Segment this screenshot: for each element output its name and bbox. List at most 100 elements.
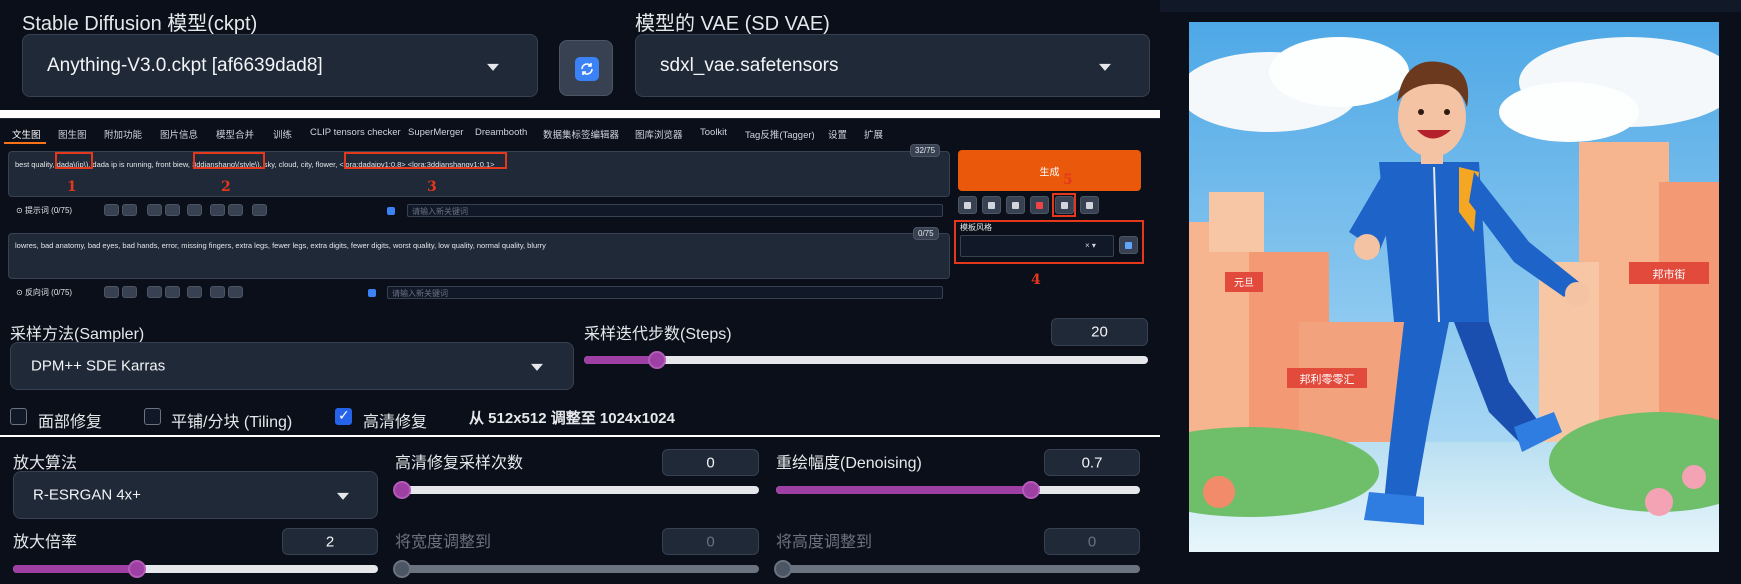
tool-button[interactable]	[187, 204, 202, 216]
hires-fix-label: 高清修复	[363, 414, 428, 431]
height-slider-thumb[interactable]	[774, 560, 792, 578]
hires-steps-slider[interactable]	[393, 481, 759, 499]
active-tab-indicator	[4, 142, 46, 144]
sampler-value: DPM++ SDE Karras	[31, 357, 166, 375]
tab-gallery[interactable]: 图库浏览器	[635, 127, 683, 141]
new-keyword-input[interactable]: 请输入新关键词	[407, 204, 943, 217]
hires-resolution-info: 从 512x512 调整至 1024x1024	[469, 410, 675, 427]
face-fix-label: 面部修复	[38, 414, 103, 431]
settings-icon[interactable]	[252, 204, 267, 216]
model-value: Anything-V3.0.ckpt [af6639dad8]	[47, 54, 323, 76]
tab-txt2img[interactable]: 文生图	[12, 127, 41, 141]
tab-img2img[interactable]: 图生图	[58, 127, 87, 141]
tool-button[interactable]	[122, 286, 137, 298]
highlight-box-3	[344, 152, 507, 169]
face-fix-checkbox[interactable]	[10, 408, 27, 425]
generated-image-illustration: 邦利零零汇 元旦 邦市街	[1189, 22, 1719, 552]
tool-button[interactable]	[104, 204, 119, 216]
scale-slider-thumb[interactable]	[128, 560, 147, 578]
height-slider[interactable]	[774, 560, 1140, 578]
steps-slider-fill	[584, 356, 658, 364]
tab-tagger[interactable]: Tag反推(Tagger)	[745, 127, 815, 141]
annotation-5: 5	[1063, 172, 1073, 188]
highlight-box-1	[55, 152, 93, 169]
chevron-down-icon	[337, 492, 349, 500]
hires-steps-input[interactable]: 0	[662, 449, 759, 476]
refresh-icon	[575, 57, 599, 81]
arrow-icon-button[interactable]	[958, 196, 977, 214]
scale-slider[interactable]	[13, 560, 378, 578]
sampler-dropdown[interactable]: DPM++ SDE Karras	[10, 342, 574, 390]
tool-button[interactable]	[104, 286, 119, 298]
tab-extensions[interactable]: 扩展	[864, 127, 883, 141]
tab-supermerger[interactable]: SuperMerger	[408, 127, 463, 138]
delete-icon[interactable]	[228, 204, 243, 216]
tab-settings[interactable]: 设置	[828, 127, 847, 141]
hires-fix-panel: 放大算法 R-ESRGAN 4x+ 高清修复采样次数 0 重绘幅度(Denois…	[0, 437, 1160, 584]
generated-image[interactable]: 邦利零零汇 元旦 邦市街	[1189, 22, 1719, 552]
hires-fix-checkbox[interactable]	[335, 407, 352, 425]
scale-input[interactable]: 2	[282, 528, 378, 555]
vae-label: 模型的 VAE (SD VAE)	[635, 13, 830, 35]
steps-slider-thumb[interactable]	[648, 351, 667, 369]
paste-icon-button[interactable]	[982, 196, 1001, 214]
tab-merge[interactable]: 模型合并	[216, 127, 254, 141]
tool-button[interactable]	[210, 204, 225, 216]
denoise-slider-fill	[776, 486, 1031, 494]
style-select[interactable]: × ▾	[960, 235, 1114, 257]
denoise-input[interactable]: 0.7	[1044, 449, 1140, 476]
steps-slider[interactable]	[584, 351, 1148, 369]
trash-icon-button[interactable]	[1006, 196, 1025, 214]
lock-icon-button[interactable]	[1080, 196, 1099, 214]
steps-input[interactable]: 20	[1051, 318, 1148, 346]
model-dropdown[interactable]: Anything-V3.0.ckpt [af6639dad8]	[22, 34, 538, 97]
svg-text:邦市街: 邦市街	[1653, 267, 1686, 281]
annotation-3: 3	[427, 179, 437, 195]
tool-button[interactable]	[165, 204, 180, 216]
tiling-checkbox[interactable]	[144, 408, 161, 425]
tool-button[interactable]	[187, 286, 202, 298]
tab-extras[interactable]: 附加功能	[104, 127, 142, 141]
tool-button[interactable]	[147, 286, 162, 298]
tool-button[interactable]	[165, 286, 180, 298]
tab-dataset-editor[interactable]: 数据集标签编辑器	[543, 127, 619, 141]
model-selection-panel: Stable Diffusion 模型(ckpt) Anything-V3.0.…	[0, 0, 1160, 110]
keyword-checkbox[interactable]	[387, 207, 395, 215]
tab-clip-checker[interactable]: CLIP tensors checker	[310, 127, 401, 138]
chevron-down-icon	[1099, 63, 1111, 71]
upscaler-label: 放大算法	[13, 455, 78, 472]
generate-button[interactable]: 生成	[958, 150, 1141, 191]
tab-train[interactable]: 训练	[273, 127, 292, 141]
tool-button[interactable]	[147, 204, 162, 216]
width-label: 将宽度调整到	[395, 534, 492, 551]
tab-png-info[interactable]: 图片信息	[160, 127, 198, 141]
denoise-slider-thumb[interactable]	[1021, 481, 1040, 499]
tool-button[interactable]	[210, 286, 225, 298]
vae-dropdown[interactable]: sdxl_vae.safetensors	[635, 34, 1150, 97]
width-input[interactable]: 0	[662, 528, 759, 555]
hires-steps-label: 高清修复采样次数	[395, 455, 524, 472]
style-label: 模板风格	[960, 223, 992, 232]
upscaler-dropdown[interactable]: R-ESRGAN 4x+	[13, 471, 378, 519]
refresh-model-button[interactable]	[559, 40, 613, 96]
width-slider-thumb[interactable]	[393, 560, 411, 578]
width-slider[interactable]	[393, 560, 759, 578]
apply-style-button[interactable]	[1119, 236, 1138, 254]
output-toolbar	[1160, 0, 1741, 12]
tab-toolkit[interactable]: Toolkit	[700, 127, 727, 138]
hires-steps-slider-thumb[interactable]	[393, 481, 411, 499]
tool-button[interactable]	[122, 204, 137, 216]
vae-value: sdxl_vae.safetensors	[660, 54, 839, 76]
tab-dreambooth[interactable]: Dreambooth	[475, 127, 527, 138]
height-label: 将高度调整到	[776, 534, 873, 551]
height-input[interactable]: 0	[1044, 528, 1140, 555]
scale-label: 放大倍率	[13, 534, 78, 551]
new-keyword-input[interactable]: 请输入新关键词	[387, 286, 943, 299]
output-panel: 邦利零零汇 元旦 邦市街	[1160, 0, 1741, 584]
negative-prompt-textarea[interactable]	[8, 233, 950, 279]
delete-icon[interactable]	[228, 286, 243, 298]
keyword-checkbox[interactable]	[368, 289, 376, 297]
denoise-slider[interactable]	[776, 481, 1140, 499]
prompt-tool-label: ⊙ 提示词 (0/75)	[16, 206, 73, 215]
style-icon-button[interactable]	[1030, 196, 1049, 214]
